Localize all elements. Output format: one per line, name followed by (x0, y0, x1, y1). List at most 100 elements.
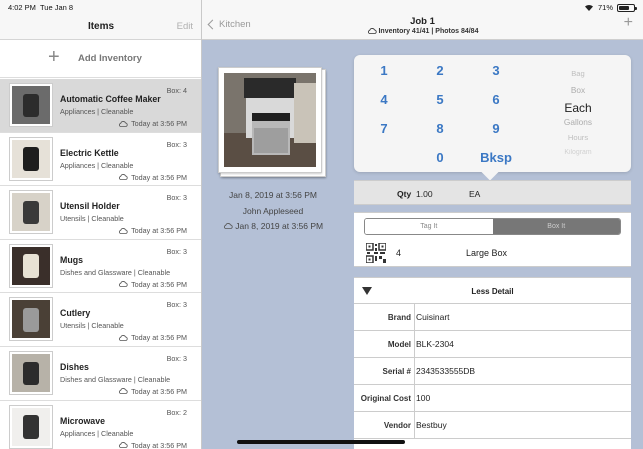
unit-option[interactable]: Hours (534, 133, 622, 142)
item-category: Dishes and Glassware | Cleanable (60, 267, 171, 277)
item-date: Today at 3:56 PM (118, 441, 187, 449)
item-thumbnail (9, 243, 53, 288)
key-4[interactable]: 4 (364, 92, 404, 107)
list-item[interactable]: Automatic Coffee Maker Appliances | Clea… (0, 79, 201, 133)
unit-option[interactable]: Each (534, 101, 622, 115)
qty-unit: EA (469, 189, 481, 199)
key-7[interactable]: 7 (364, 121, 404, 136)
row-divider (414, 385, 415, 411)
list-item[interactable]: Microwave Appliances | Cleanable Box: 2 … (0, 400, 201, 449)
plus-icon: + (48, 46, 60, 68)
qty-label: Qty (397, 189, 412, 199)
tag-box-segmented-control: Tag It Box It (364, 218, 621, 235)
detail-row[interactable]: Brand Cuisinart (354, 304, 631, 331)
item-category: Utensils | Cleanable (60, 214, 124, 224)
item-box: Box: 4 (166, 86, 187, 95)
battery-icon (617, 3, 637, 12)
photo-synced: Jan 8, 2019 at 3:56 PM (205, 221, 341, 231)
item-box: Box: 2 (166, 407, 187, 417)
item-date: Today at 3:56 PM (118, 387, 187, 396)
quantity-keypad: 1 2 3 4 5 6 7 8 9 0 Bksp Bag Box Each Gallons Hours Kil… (354, 55, 631, 181)
job-title: Job 1 (410, 16, 435, 27)
unit-option[interactable]: Kilogram (534, 149, 622, 156)
item-thumbnail (9, 136, 53, 181)
item-box: Box: 3 (166, 139, 187, 149)
detail-label: Original Cost (360, 394, 411, 403)
row-divider (414, 304, 415, 330)
status-right: 71% (584, 3, 637, 12)
photo-stack[interactable] (218, 67, 326, 177)
item-box: Box: 3 (166, 193, 187, 203)
item-box: Box: 3 (166, 353, 187, 363)
box-number: 4 (396, 248, 402, 258)
item-category: Dishes and Glassware | Cleanable (60, 374, 171, 384)
detail-row[interactable]: Original Cost 100 (354, 385, 631, 412)
cloud-icon (367, 28, 377, 34)
box-it-segment[interactable]: Box It (492, 219, 620, 234)
item-date-text: Today at 3:56 PM (131, 226, 187, 236)
key-1[interactable]: 1 (364, 63, 404, 78)
item-date: Today at 3:56 PM (118, 119, 187, 128)
item-thumbnail (9, 350, 53, 395)
backspace-key[interactable]: Bksp (476, 150, 516, 165)
list-item[interactable]: Utensil Holder Utensils | Cleanable Box:… (0, 186, 201, 240)
quantity-row[interactable]: Qty 1.00 EA (354, 180, 631, 205)
detail-row[interactable]: Model BLK-2304 (354, 331, 631, 358)
add-inventory-label: Add Inventory (78, 53, 142, 64)
detail-label: Model (387, 340, 411, 349)
key-9[interactable]: 9 (476, 121, 516, 136)
photo-synced-date: Jan 8, 2019 at 3:56 PM (235, 221, 324, 231)
cloud-icon (223, 223, 233, 229)
item-category: Appliances | Cleanable (60, 428, 134, 438)
item-date: Today at 3:56 PM (118, 226, 187, 235)
item-photo[interactable] (218, 67, 322, 173)
items-list: Automatic Coffee Maker Appliances | Clea… (0, 79, 201, 449)
item-thumbnail (9, 297, 53, 342)
cloud-icon (119, 281, 128, 288)
item-name: Electric Kettle (60, 147, 119, 158)
list-item[interactable]: Dishes Dishes and Glassware | Cleanable … (0, 346, 201, 401)
job-subtitle: Inventory 41/41 | Photos 84/84 (202, 28, 643, 35)
battery-percent: 71% (597, 3, 613, 12)
qr-code-icon[interactable] (366, 243, 386, 263)
item-date-text: Today at 3:56 PM (131, 119, 187, 128)
item-category: Appliances | Cleanable (60, 160, 134, 170)
cloud-icon (119, 334, 128, 341)
unit-option[interactable]: Bag (534, 69, 622, 78)
key-5[interactable]: 5 (420, 92, 460, 107)
home-indicator[interactable] (237, 440, 405, 444)
row-divider (414, 331, 415, 357)
unit-option[interactable]: Gallons (534, 117, 622, 127)
cloud-icon (119, 120, 128, 127)
keypad-pointer (481, 163, 499, 181)
item-name: Automatic Coffee Maker (60, 94, 161, 104)
item-category: Appliances | Cleanable (60, 107, 134, 116)
less-detail-toggle[interactable]: Less Detail (354, 278, 631, 304)
photo-author: John Appleseed (242, 206, 304, 216)
key-0[interactable]: 0 (420, 150, 460, 165)
detail-value: BLK-2304 (416, 339, 454, 349)
add-inventory-button[interactable]: + Add Inventory (0, 40, 201, 78)
add-photo-button[interactable]: + (624, 14, 633, 32)
key-3[interactable]: 3 (476, 63, 516, 78)
key-6[interactable]: 6 (476, 92, 516, 107)
row-divider (414, 412, 415, 438)
cloud-icon (119, 174, 128, 180)
list-item[interactable]: Mugs Dishes and Glassware | Cleanable Bo… (0, 239, 201, 294)
tag-it-segment[interactable]: Tag It (365, 219, 493, 234)
detail-row[interactable]: Vendor Bestbuy (354, 412, 631, 439)
sidebar-title: Items (87, 21, 115, 32)
detail-row[interactable]: Serial # 2343533555DB (354, 358, 631, 385)
list-item[interactable]: Cutlery Utensils | Cleanable Box: 3 Toda… (0, 293, 201, 347)
cloud-icon (119, 227, 128, 234)
unit-option[interactable]: Box (534, 85, 622, 95)
list-item[interactable]: Electric Kettle Appliances | Cleanable B… (0, 132, 201, 187)
edit-button[interactable]: Edit (177, 21, 193, 32)
detail-value: Bestbuy (416, 420, 447, 430)
key-2[interactable]: 2 (420, 63, 460, 78)
box-it-label: Box It (547, 223, 566, 230)
item-date-text: Today at 3:56 PM (131, 333, 187, 343)
detail-label: Brand (387, 313, 411, 322)
box-panel: Tag It Box It 4 Large Box (354, 212, 631, 267)
key-8[interactable]: 8 (420, 121, 460, 136)
